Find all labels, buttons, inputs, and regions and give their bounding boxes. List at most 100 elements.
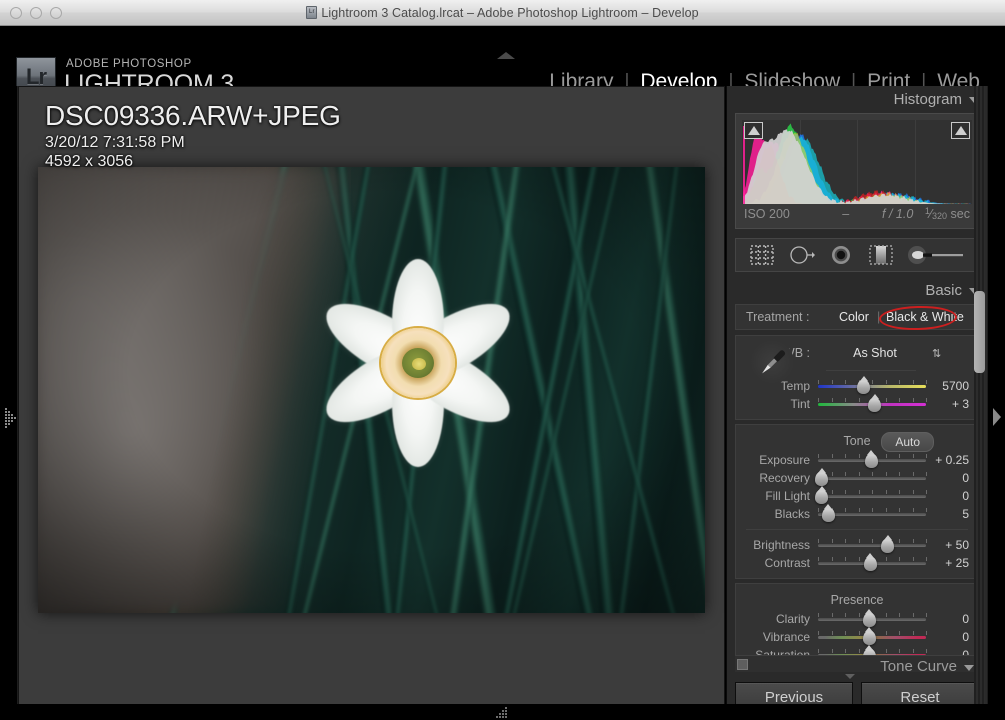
right-triangle-icon (993, 408, 1001, 426)
shadow-clipping-indicator[interactable] (744, 122, 763, 139)
chevron-down-icon[interactable] (964, 665, 974, 671)
exif-aperture: f / 1.0 (871, 207, 925, 221)
window-title: Lightroom 3 Catalog.lrcat – Adobe Photos… (0, 6, 1005, 20)
presence-subheader: Presence (736, 590, 978, 610)
eyedropper-icon[interactable] (750, 340, 794, 384)
tone-curve-panel-header[interactable]: Tone Curve (735, 655, 979, 672)
slider-row-clarity[interactable]: Clarity 0 (736, 610, 978, 628)
tone-divider (746, 529, 968, 530)
slider-value-brightness: + 50 (932, 538, 978, 552)
slider-row-tint[interactable]: Tint + 3 (736, 395, 978, 413)
graduated-filter-tool-icon[interactable] (866, 243, 896, 267)
wb-divider (826, 370, 916, 371)
slider-track-contrast[interactable] (818, 557, 926, 569)
slider-value-recovery: 0 (932, 471, 978, 485)
basic-title: Basic (925, 282, 962, 299)
slider-label-clarity: Clarity (736, 612, 818, 626)
exif-shutter-denominator: 320 (932, 211, 947, 221)
right-panel-scrollbar-track[interactable] (974, 86, 985, 720)
photo-work-area[interactable]: DSC09336.ARW+JPEG 3/20/12 7:31:58 PM 459… (18, 86, 725, 720)
slider-track-exposure[interactable] (818, 454, 926, 466)
slider-knob-brightness[interactable] (881, 539, 894, 553)
slider-row-exposure[interactable]: Exposure + 0.25 (736, 451, 978, 469)
tone-subheader: Tone Auto (736, 431, 978, 451)
module-header: Lr ADOBE PHOTOSHOP LIGHTROOM 3 Library |… (0, 26, 1005, 86)
left-panel-toggle[interactable] (0, 86, 18, 720)
auto-tone-button[interactable]: Auto (881, 432, 934, 452)
slider-knob-fill-light[interactable] (815, 490, 828, 504)
brand-subtitle: ADOBE PHOTOSHOP (66, 58, 192, 70)
bottom-panel-toggle[interactable] (0, 704, 1005, 720)
slider-knob-exposure[interactable] (865, 454, 878, 468)
slider-row-recovery[interactable]: Recovery 0 (736, 469, 978, 487)
treatment-label: Treatment : (746, 310, 809, 324)
top-panel-toggle-icon[interactable] (497, 52, 515, 59)
histogram-widget[interactable]: ISO 200 – f / 1.0 1⁄320 sec (735, 113, 979, 229)
histogram-panel-header[interactable]: Histogram (727, 86, 987, 113)
slider-row-fill-light[interactable]: Fill Light 0 (736, 487, 978, 505)
slider-knob-recovery[interactable] (815, 472, 828, 486)
histogram-plot[interactable] (742, 120, 972, 204)
slider-track-clarity[interactable] (818, 613, 926, 625)
tone-curve-enable-switch[interactable] (737, 659, 748, 670)
slider-value-tint: + 3 (932, 397, 978, 411)
slider-track-blacks[interactable] (818, 508, 926, 520)
wb-value[interactable]: As Shot (818, 346, 932, 360)
slider-label-brightness: Brightness (736, 538, 818, 552)
slider-row-blacks[interactable]: Blacks 5 (736, 505, 978, 523)
highlight-clipping-indicator[interactable] (951, 122, 970, 139)
shadow-clipping-triangle-icon (748, 126, 760, 135)
slider-track-recovery[interactable] (818, 472, 926, 484)
photo-info-overlay: DSC09336.ARW+JPEG 3/20/12 7:31:58 PM 459… (45, 101, 341, 171)
highlight-clipping-triangle-icon (955, 126, 967, 135)
exif-iso: ISO 200 (744, 207, 821, 221)
exif-shutter-speed: 1⁄320 sec (925, 206, 970, 221)
treatment-row: Treatment : Color | Black & White (735, 304, 979, 330)
right-panel-toggle[interactable] (987, 86, 1005, 720)
crop-overlay-tool-icon[interactable] (747, 243, 777, 267)
slider-row-vibrance[interactable]: Vibrance 0 (736, 628, 978, 646)
slider-knob-temp[interactable] (857, 380, 870, 394)
exif-focal-length: – (821, 207, 871, 221)
presence-title: Presence (831, 593, 884, 607)
photo-capture-date: 3/20/12 7:31:58 PM (45, 134, 341, 152)
slider-ticks (818, 380, 926, 392)
slider-knob-blacks[interactable] (822, 508, 835, 522)
up-triangle-dotted-icon (497, 707, 515, 716)
histogram-title: Histogram (894, 91, 962, 108)
slider-knob-contrast[interactable] (864, 557, 877, 571)
content-area: DSC09336.ARW+JPEG 3/20/12 7:31:58 PM 459… (0, 86, 1005, 720)
develop-tool-strip[interactable] (735, 238, 979, 272)
slider-track-tint[interactable] (818, 398, 926, 410)
panel-scroll-down-caret-icon[interactable] (845, 674, 855, 679)
spot-removal-tool-icon[interactable] (786, 243, 816, 267)
slider-track-brightness[interactable] (818, 539, 926, 551)
slider-row-brightness[interactable]: Brightness + 50 (736, 536, 978, 554)
slider-value-fill-light: 0 (932, 489, 978, 503)
up-down-stepper-icon[interactable]: ⇅ (932, 347, 978, 360)
slider-label-contrast: Contrast (736, 556, 818, 570)
slider-row-contrast[interactable]: Contrast + 25 (736, 554, 978, 572)
red-eye-correction-tool-icon[interactable] (826, 243, 856, 267)
treatment-color-option[interactable]: Color (839, 310, 869, 324)
window-title-bar: Lightroom 3 Catalog.lrcat – Adobe Photos… (0, 0, 1005, 26)
slider-value-temp: 5700 (932, 379, 978, 393)
loupe-photo[interactable] (38, 167, 705, 613)
tone-section: Tone Auto Exposure + 0.25 Recovery (735, 424, 979, 579)
slider-knob-vibrance[interactable] (863, 631, 876, 645)
slider-ticks (818, 490, 926, 502)
red-ellipse-annotation (879, 305, 958, 331)
right-panel-scrollbar-thumb[interactable] (974, 291, 985, 373)
right-triangle-dotted-icon (5, 408, 14, 426)
slider-knob-clarity[interactable] (863, 613, 876, 627)
slider-track-fill-light[interactable] (818, 490, 926, 502)
slider-track-temp[interactable] (818, 380, 926, 392)
basic-panel-header[interactable]: Basic (727, 277, 987, 304)
slider-knob-tint[interactable] (868, 398, 881, 412)
slider-label-fill-light: Fill Light (736, 489, 818, 503)
exif-shutter-numerator: 1 (925, 206, 930, 216)
slider-track-vibrance[interactable] (818, 631, 926, 643)
photo-daffodil (293, 238, 543, 488)
adjustment-brush-tool-icon[interactable] (905, 243, 967, 267)
slider-ticks (818, 472, 926, 484)
